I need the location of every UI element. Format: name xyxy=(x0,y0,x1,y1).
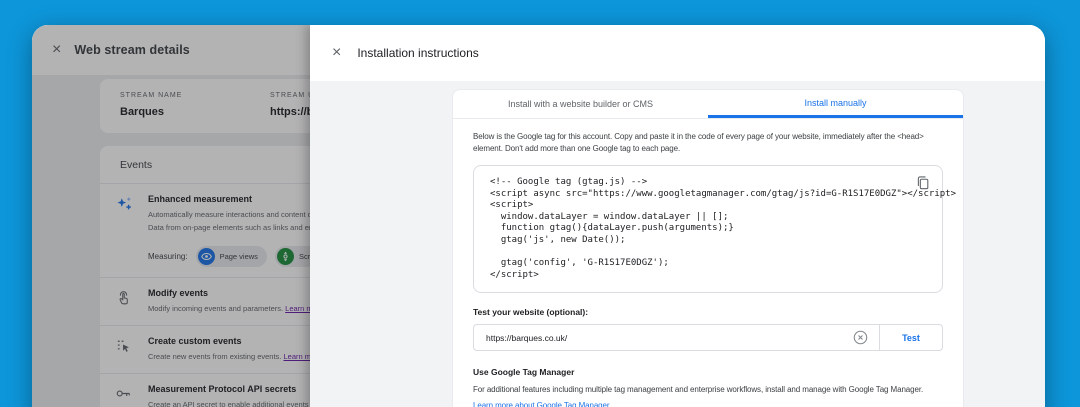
gtm-learn-more-link[interactable]: Learn more about Google Tag Manager xyxy=(473,401,609,407)
app-window: × Web stream details STREAM NAME Barques… xyxy=(32,25,1045,407)
panel-title: Installation instructions xyxy=(357,46,478,60)
code-line: <script> xyxy=(490,200,902,212)
code-line: gtag('js', new Date()); xyxy=(490,235,902,247)
code-line: </script> xyxy=(490,270,902,282)
tab-install-manually[interactable]: Install manually xyxy=(708,90,963,118)
test-website-row: Test xyxy=(473,324,943,351)
installation-instructions-body: Install with a website builder or CMS In… xyxy=(310,81,1045,407)
test-website-label: Test your website (optional): xyxy=(473,307,943,317)
close-icon[interactable]: × xyxy=(332,45,341,61)
install-card: Install with a website builder or CMS In… xyxy=(452,89,964,407)
modal-scrim[interactable] xyxy=(32,25,310,407)
installation-instructions-panel: × Installation instructions Install with… xyxy=(310,25,1045,407)
gtm-section-title: Use Google Tag Manager xyxy=(473,367,943,377)
code-line: <script async src="https://www.googletag… xyxy=(490,189,902,201)
tab-install-with-cms[interactable]: Install with a website builder or CMS xyxy=(453,90,708,118)
test-button[interactable]: Test xyxy=(880,333,942,343)
web-stream-details-panel: × Web stream details STREAM NAME Barques… xyxy=(32,25,310,407)
code-line xyxy=(490,247,902,259)
copy-icon[interactable] xyxy=(915,175,931,191)
gtag-code-block: <!-- Google tag (gtag.js) --> <script as… xyxy=(473,165,943,293)
test-url-input[interactable] xyxy=(474,333,852,343)
code-line: window.dataLayer = window.dataLayer || [… xyxy=(490,212,902,224)
screenshot-root: { "colors": { "accent_blue": "#1a73e8", … xyxy=(0,0,1080,407)
installation-instructions-header: × Installation instructions xyxy=(310,25,1045,81)
install-tabs: Install with a website builder or CMS In… xyxy=(453,90,963,119)
code-line: <!-- Google tag (gtag.js) --> xyxy=(490,177,902,189)
clear-input-icon[interactable] xyxy=(852,329,869,346)
code-line: function gtag(){dataLayer.push(arguments… xyxy=(490,223,902,235)
install-card-content: Below is the Google tag for this account… xyxy=(453,119,963,407)
code-line: gtag('config', 'G-R1S17E0DGZ'); xyxy=(490,258,902,270)
install-intro-text: Below is the Google tag for this account… xyxy=(473,131,943,155)
gtm-section-body: For additional features including multip… xyxy=(473,384,943,395)
